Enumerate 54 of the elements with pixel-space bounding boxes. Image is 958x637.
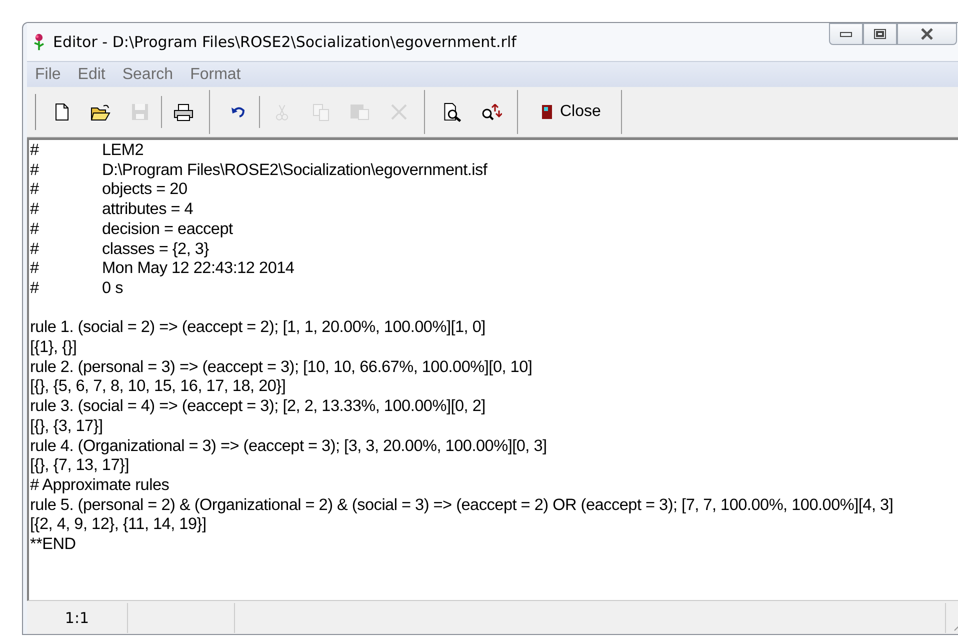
rule-line: [{}, {5, 6, 7, 8, 10, 15, 16, 17, 18, 20}] [30, 377, 286, 396]
window-title: Editor - D:\Program Files\ROSE2\Socialization\egovernment.rlf [53, 33, 516, 51]
rule-line: rule 4. (Organizational = 3) => (eaccept = 3); [3, 3, 20.00%, 100.00%][0, 3] [30, 436, 547, 455]
header-line: decision = eaccept [102, 220, 233, 240]
comment-mark: # [30, 240, 40, 260]
rule-line: rule 1. (social = 2) => (eaccept = 2); [1, 1, 20.00%, 100.00%][1, 0] [30, 318, 486, 336]
maximize-button[interactable] [863, 23, 897, 45]
header-line: attributes = 4 [102, 200, 194, 220]
rule-line: **END [30, 535, 76, 554]
rule-line: [{2, 4, 9, 12}, {11, 14, 19}] [30, 515, 206, 534]
menu-item[interactable]: Edit [70, 66, 114, 84]
header-line: objects = 20 [102, 180, 188, 200]
rule-line: [{}, {3, 17}] [30, 416, 103, 435]
folder-icon [90, 104, 110, 120]
paste-icon [350, 104, 369, 120]
blank-page-icon [54, 103, 68, 121]
scissors-icon [276, 104, 288, 120]
comment-mark: # [30, 278, 40, 299]
rule-line: rule 2. (personal = 3) => (eaccept = 3); [10, 10, 66.67%, 100.00%][0, 10] [30, 358, 532, 376]
minimize-icon [840, 32, 852, 36]
rule-line: rule 3. (social = 4) => (eaccept = 3); [2, 2, 13.33%, 100.00%][0, 2] [30, 397, 486, 416]
comment-mark: # [30, 141, 40, 161]
menu-item[interactable]: File [27, 66, 70, 84]
comment-mark: # [30, 259, 40, 279]
cursor-position: 1:1 [27, 602, 128, 632]
comment-mark: # [30, 160, 40, 180]
rule-line: rule 5. (personal = 2) & (Organizational = 2) & (social = 3) => (eaccept = 2) OR (eaccept = 3); [7, 7, 100.00%, 100.00%][4, 3] [30, 496, 894, 514]
minimize-button[interactable] [829, 23, 863, 45]
rule-line: # Approximate rules [30, 476, 170, 494]
header-line: LEM2 [102, 141, 144, 161]
page-magnifier-icon [444, 102, 462, 122]
rule-line: [{}, {7, 13, 17}] [30, 456, 129, 474]
menu-item[interactable]: Format [182, 66, 250, 84]
comment-mark: # [30, 200, 40, 220]
header-line: Mon May 12 22:43:12 2014 [102, 259, 294, 279]
copy-icon [312, 104, 328, 120]
close-icon [921, 28, 933, 40]
find-replace-icon [482, 104, 502, 120]
comment-mark: # [30, 220, 40, 240]
printer-icon [174, 104, 193, 120]
header-line: classes = {2, 3} [102, 240, 209, 260]
flower-icon [33, 33, 45, 51]
comment-mark: # [30, 180, 40, 200]
close-button[interactable] [897, 23, 957, 45]
close-editor-button[interactable]: Close [526, 96, 615, 128]
header-line: D:\Program Files\ROSE2\Socialization\egovernment.isf [102, 160, 488, 180]
text-area[interactable] [27, 138, 958, 601]
maximize-icon [874, 29, 886, 39]
cross-icon [390, 104, 406, 120]
menu-item[interactable]: Search [114, 66, 182, 84]
door-icon [542, 105, 552, 119]
header-line: 0 s [102, 278, 123, 299]
rule-line: [{1}, {}] [30, 338, 77, 356]
undo-icon [230, 106, 244, 118]
